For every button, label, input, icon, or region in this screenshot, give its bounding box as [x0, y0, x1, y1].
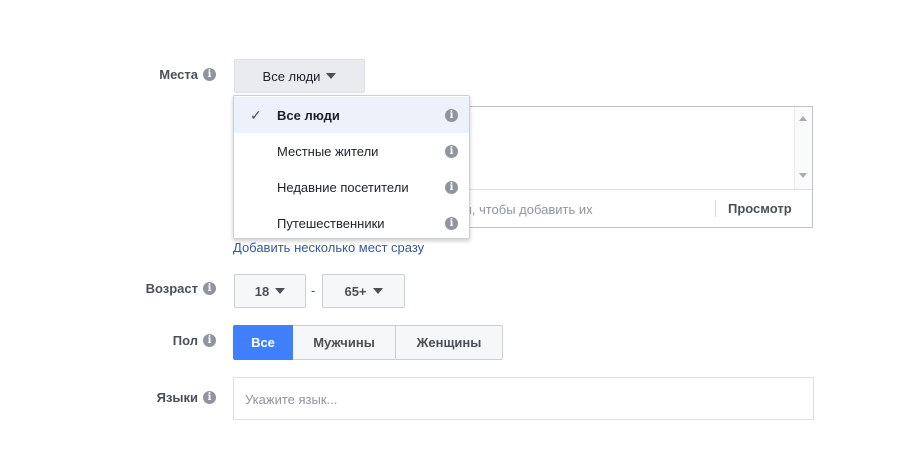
- caret-down-icon: [275, 288, 286, 294]
- scrollbar[interactable]: [794, 107, 812, 189]
- dropdown-item-label: Местные жители: [277, 143, 379, 159]
- preview-button[interactable]: Просмотр: [728, 201, 792, 216]
- caret-down-icon: [326, 73, 337, 79]
- places-label-text: Места: [159, 67, 198, 82]
- dropdown-item-travelers[interactable]: Путешественники i: [234, 205, 469, 241]
- dropdown-item-recent-visitors[interactable]: Недавние посетители i: [234, 169, 469, 205]
- scroll-down-arrow-icon[interactable]: [799, 173, 807, 178]
- dropdown-item-label: Путешественники: [277, 215, 385, 231]
- info-icon[interactable]: i: [445, 180, 458, 194]
- gender-label: Пол i: [173, 333, 216, 348]
- info-icon[interactable]: i: [445, 108, 458, 122]
- info-icon[interactable]: i: [445, 144, 458, 158]
- places-select-button[interactable]: Все люди: [234, 59, 365, 93]
- age-max-select[interactable]: 65+: [322, 274, 405, 308]
- languages-input-placeholder: Укажите язык...: [245, 392, 338, 407]
- dropdown-item-all-people[interactable]: ✓ Все люди i: [234, 97, 469, 133]
- info-icon[interactable]: i: [203, 334, 216, 347]
- location-input-placeholder: чки, чтобы добавить их: [452, 202, 593, 217]
- languages-input[interactable]: Укажите язык...: [233, 377, 814, 420]
- check-icon: ✓: [250, 106, 262, 123]
- input-divider: [715, 200, 716, 217]
- gender-option-label: Женщины: [416, 335, 482, 350]
- age-min-value: 18: [254, 283, 270, 299]
- dropdown-item-locals[interactable]: Местные жители i: [234, 133, 469, 169]
- gender-option-label: Мужчины: [313, 335, 375, 350]
- places-select-value: Все люди: [262, 68, 321, 84]
- age-max-value: 65+: [344, 283, 367, 299]
- gender-option-women[interactable]: Женщины: [395, 325, 503, 360]
- scroll-up-arrow-icon[interactable]: [799, 116, 807, 121]
- info-icon[interactable]: i: [203, 391, 216, 404]
- info-icon[interactable]: i: [445, 216, 458, 230]
- age-label-text: Возраст: [145, 281, 198, 296]
- age-separator: -: [311, 283, 316, 298]
- info-icon[interactable]: i: [203, 282, 216, 295]
- languages-label-text: Языки: [156, 390, 198, 405]
- dropdown-item-label: Все люди: [277, 107, 340, 123]
- places-label: Места i: [159, 67, 216, 82]
- gender-label-text: Пол: [172, 333, 198, 348]
- languages-label: Языки i: [157, 390, 216, 405]
- gender-option-label: Все: [251, 335, 275, 350]
- age-label: Возраст i: [146, 281, 216, 296]
- gender-option-all[interactable]: Все: [233, 325, 293, 360]
- caret-down-icon: [372, 288, 383, 294]
- bulk-add-places-link[interactable]: Добавить несколько мест сразу: [233, 240, 424, 255]
- places-dropdown-menu: ✓ Все люди i Местные жители i Недавние п…: [233, 95, 470, 239]
- info-icon[interactable]: i: [203, 68, 216, 81]
- age-min-select[interactable]: 18: [234, 274, 306, 308]
- dropdown-item-label: Недавние посетители: [277, 179, 409, 195]
- gender-option-men[interactable]: Мужчины: [293, 325, 396, 360]
